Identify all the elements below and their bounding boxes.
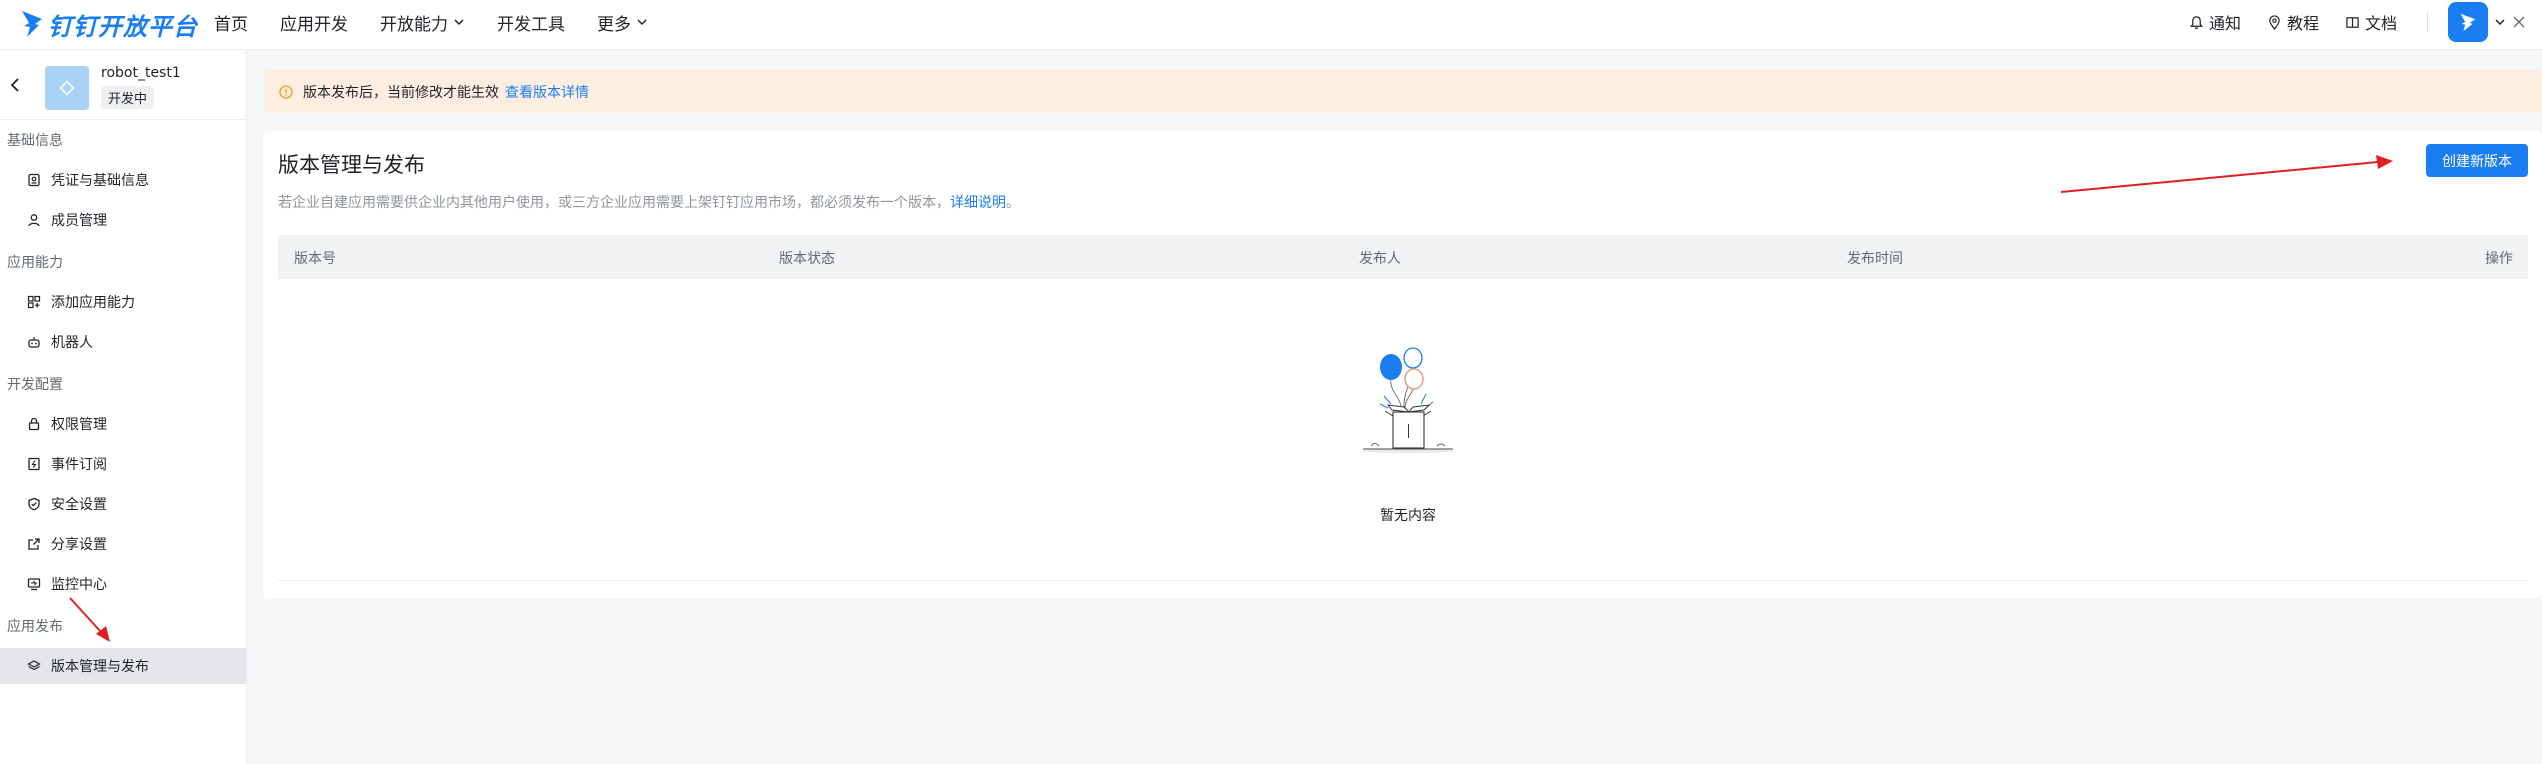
share-icon bbox=[28, 538, 40, 550]
layers-icon bbox=[27, 660, 41, 671]
back-arrow-icon[interactable] bbox=[8, 76, 22, 94]
user-icon bbox=[28, 214, 40, 227]
nav-item-home[interactable]: 首页 bbox=[214, 10, 248, 35]
sidebar-item-events[interactable]: 事件订阅 bbox=[0, 446, 246, 482]
sidebar-item-security[interactable]: 安全设置 bbox=[0, 486, 246, 522]
group-label-dev-config: 开发配置 bbox=[7, 377, 63, 393]
divider bbox=[2427, 12, 2428, 32]
location-pin-icon bbox=[2269, 14, 2280, 30]
app-placeholder-icon bbox=[59, 80, 75, 96]
sidebar: robot_test1 开发中 基础信息 凭证与基础信息 成员管理 应用能力 添… bbox=[0, 50, 247, 764]
version-management-card: 版本管理与发布 若企业自建应用需要供企业内其他用户使用，或三方企业应用需要上架钉… bbox=[263, 131, 2542, 599]
column-header-status: 版本状态 bbox=[779, 251, 835, 267]
nav-item-open-capabilities[interactable]: 开放能力 bbox=[380, 10, 465, 35]
page-description: 若企业自建应用需要供企业内其他用户使用，或三方企业应用需要上架钉钉应用市场，都必… bbox=[278, 195, 1020, 211]
dingtalk-logo-icon bbox=[22, 11, 42, 37]
column-header-actions: 操作 bbox=[2485, 251, 2513, 267]
table-divider bbox=[278, 580, 2528, 581]
group-label-app-release: 应用发布 bbox=[7, 619, 63, 635]
event-icon bbox=[28, 457, 40, 471]
tutorial-link[interactable]: 教程 bbox=[2267, 10, 2319, 34]
info-alert: 版本发布后，当前修改才能生效 查看版本详情 bbox=[264, 70, 2542, 113]
column-header-publisher: 发布人 bbox=[1359, 251, 1401, 267]
page-title: 版本管理与发布 bbox=[278, 153, 425, 177]
sidebar-item-version-management[interactable]: 版本管理与发布 bbox=[0, 648, 246, 684]
sidebar-item-credentials[interactable]: 凭证与基础信息 bbox=[0, 162, 246, 198]
chevron-down-icon[interactable] bbox=[2494, 16, 2506, 28]
top-right-actions: 通知 教程 文档 bbox=[2163, 0, 2506, 44]
sidebar-item-add-capability[interactable]: 添加应用能力 bbox=[0, 284, 246, 320]
nav-item-app-dev[interactable]: 应用开发 bbox=[280, 10, 348, 35]
robot-icon bbox=[28, 337, 40, 348]
credential-icon bbox=[28, 173, 40, 187]
nav-item-more[interactable]: 更多 bbox=[597, 10, 648, 35]
nav-item-dev-tools[interactable]: 开发工具 bbox=[497, 10, 565, 35]
app-icon bbox=[45, 66, 89, 110]
sidebar-item-monitor[interactable]: 监控中心 bbox=[0, 566, 246, 602]
sidebar-item-members[interactable]: 成员管理 bbox=[0, 202, 246, 238]
user-avatar[interactable] bbox=[2448, 2, 2488, 42]
view-version-details-link[interactable]: 查看版本详情 bbox=[505, 85, 589, 101]
close-icon[interactable] bbox=[2512, 15, 2526, 29]
book-icon bbox=[2346, 16, 2359, 28]
details-link[interactable]: 详细说明 bbox=[950, 195, 1006, 211]
empty-state-text: 暂无内容 bbox=[1380, 508, 1436, 524]
info-icon bbox=[279, 85, 293, 99]
column-header-version: 版本号 bbox=[294, 251, 336, 267]
alert-message: 版本发布后，当前修改才能生效 查看版本详情 bbox=[303, 85, 589, 101]
empty-box-balloons-icon bbox=[1362, 347, 1454, 453]
app-name: robot_test1 bbox=[101, 65, 181, 81]
app-header: robot_test1 开发中 bbox=[0, 50, 246, 120]
monitor-icon bbox=[27, 578, 41, 591]
sidebar-item-permissions[interactable]: 权限管理 bbox=[0, 406, 246, 442]
bell-icon bbox=[2190, 15, 2203, 29]
grid-plus-icon bbox=[27, 295, 41, 309]
sidebar-item-share[interactable]: 分享设置 bbox=[0, 526, 246, 562]
notifications-link[interactable]: 通知 bbox=[2189, 10, 2241, 34]
docs-link[interactable]: 文档 bbox=[2345, 10, 2397, 34]
main-nav: 首页 应用开发 开放能力 开发工具 更多 bbox=[214, 0, 680, 44]
top-navigation-bar: 钉钉开放平台 首页 应用开发 开放能力 开发工具 更多 通知 教程 文档 bbox=[0, 0, 2542, 50]
chevron-down-icon bbox=[637, 19, 647, 26]
brand-name: 钉钉开放平台 bbox=[48, 12, 198, 41]
lock-icon bbox=[28, 417, 40, 431]
group-label-app-capabilities: 应用能力 bbox=[7, 255, 63, 271]
create-new-version-button[interactable]: 创建新版本 bbox=[2426, 144, 2528, 177]
group-label-basic-info: 基础信息 bbox=[7, 133, 63, 149]
dingtalk-avatar-icon bbox=[2460, 13, 2476, 32]
column-header-publish-time: 发布时间 bbox=[1847, 251, 1903, 267]
table-header: 版本号 版本状态 发布人 发布时间 操作 bbox=[278, 235, 2528, 279]
brand-logo[interactable]: 钉钉开放平台 bbox=[20, 4, 198, 44]
sidebar-item-robot[interactable]: 机器人 bbox=[0, 324, 246, 360]
status-badge: 开发中 bbox=[101, 86, 155, 109]
chevron-down-icon bbox=[454, 19, 464, 26]
shield-icon bbox=[28, 497, 40, 511]
